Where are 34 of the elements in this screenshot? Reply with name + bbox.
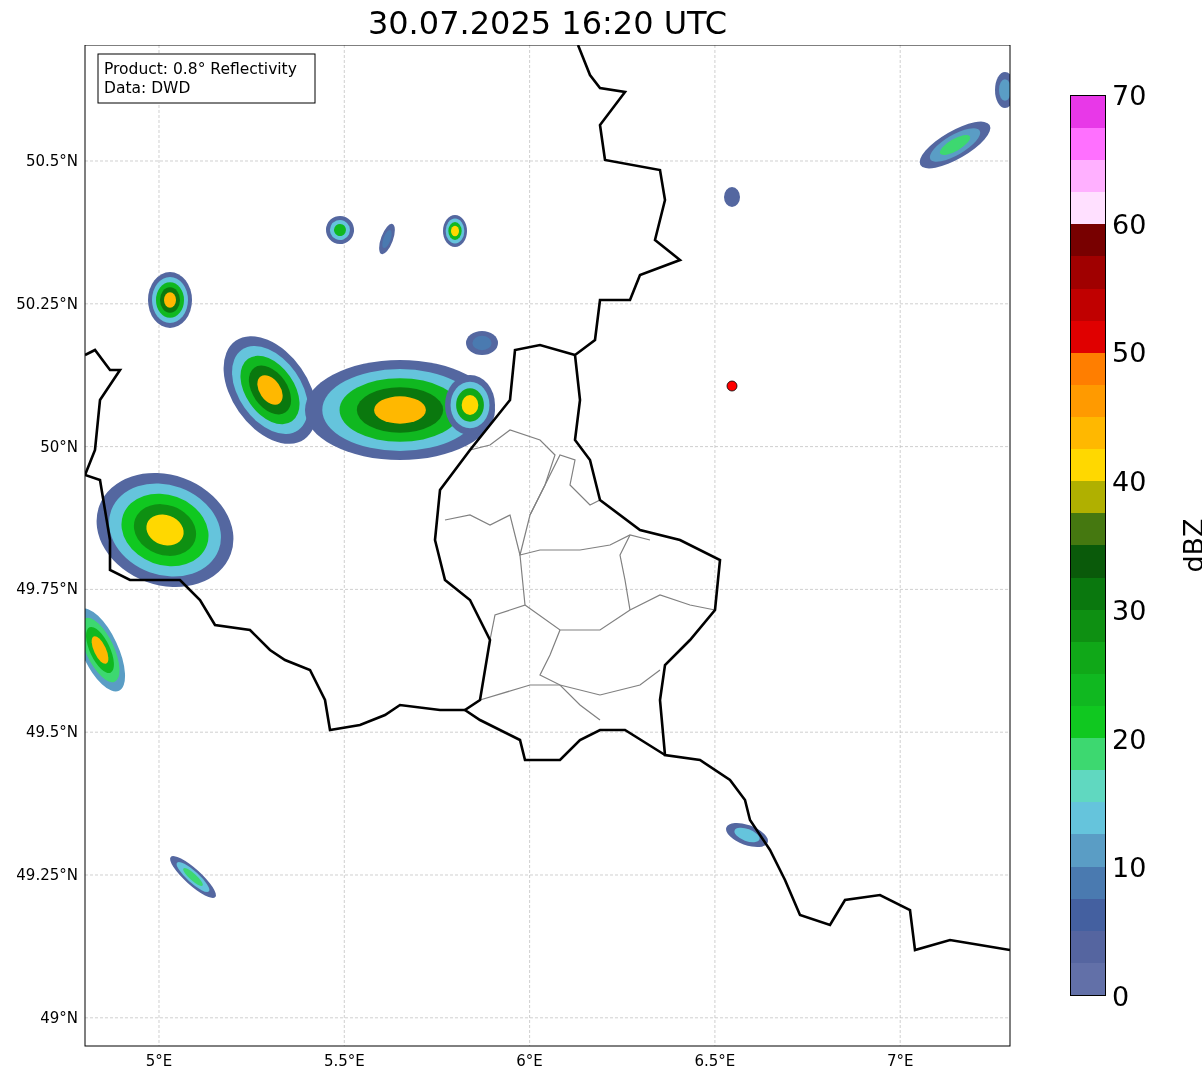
radar-echo <box>466 331 498 355</box>
latitude-label: 49.25°N <box>16 866 78 884</box>
colorbar-tick-label: 0 <box>1112 982 1130 1010</box>
radar-echo <box>326 216 354 244</box>
longitude-label: 6°E <box>516 1052 543 1070</box>
latitude-label: 50°N <box>40 437 78 456</box>
location-marker <box>726 380 738 392</box>
latitude-label: 49°N <box>40 1008 78 1027</box>
radar-echo <box>724 187 740 207</box>
longitude-label: 6.5°E <box>694 1052 736 1070</box>
chart-title: 30.07.2025 16:20 UTC <box>367 6 728 39</box>
longitude-label: 5.5°E <box>323 1052 365 1070</box>
latitude-label: 49.75°N <box>16 580 78 599</box>
longitude-label: 7°E <box>886 1052 914 1070</box>
latitude-label: 50.25°N <box>16 294 78 313</box>
colorbar-tick-label: 10 <box>1112 853 1147 881</box>
colorbar-tick-label: 60 <box>1112 210 1147 238</box>
colorbar-tick-label: 50 <box>1112 338 1147 366</box>
radar-echo <box>148 272 192 328</box>
radar-echo <box>170 856 216 898</box>
legend-text: Data: DWD <box>104 79 191 97</box>
radar-echo <box>379 223 395 255</box>
latitude-label: 50.5°N <box>25 152 78 170</box>
colorbar-tick-label: 20 <box>1112 725 1147 753</box>
colorbar-tick-label: 70 <box>1112 81 1147 109</box>
colorbar-tick-label: 30 <box>1112 596 1147 624</box>
radar-echo <box>995 72 1010 108</box>
radar-echo <box>726 822 768 848</box>
radar-echo <box>443 215 467 247</box>
longitude-label: 5°E <box>145 1052 173 1070</box>
colorbar-tick-label: 40 <box>1112 467 1147 495</box>
radar-echo <box>919 121 991 169</box>
latitude-label: 49.5°N <box>25 723 78 742</box>
legend-text: Product: 0.8° Reflectivity <box>104 60 297 78</box>
